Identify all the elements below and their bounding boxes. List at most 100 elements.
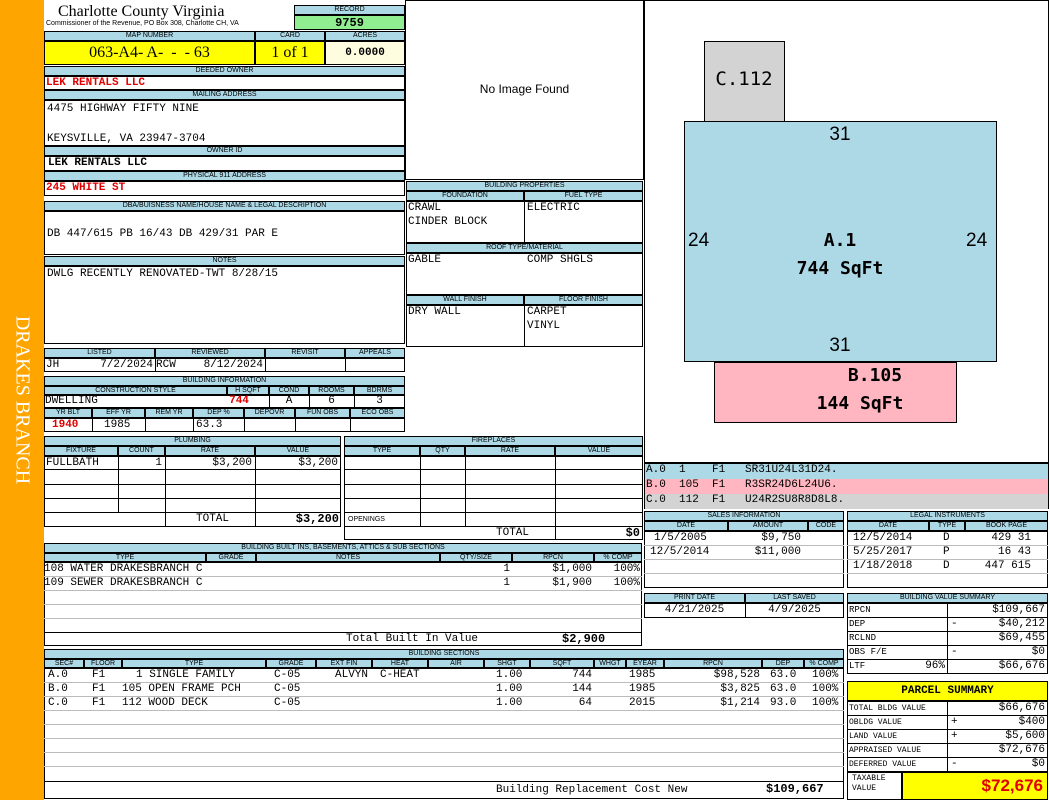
depovr-header: DEPOVR <box>244 408 295 418</box>
ps-label-5: DEFERRED VALUE <box>849 760 917 769</box>
sec-1-extfin: ALVYN <box>335 669 369 681</box>
dim-top: 31 <box>829 124 851 145</box>
sec-h-wght: WHGT <box>594 659 626 668</box>
vs-label-2: DEP <box>849 619 866 629</box>
sales-h-amount: AMOUNT <box>728 521 808 531</box>
plumbing-count: 1 <box>155 457 162 469</box>
legal-desc: DB 447/615 PB 16/43 DB 429/31 PAR E <box>47 228 279 240</box>
sketch-code-a-sec: A.0 <box>646 464 666 476</box>
owner-id-header: OWNER ID <box>44 146 405 156</box>
legal-h-date: DATE <box>847 521 929 531</box>
ecoobs-header: ECO OBS <box>350 408 405 418</box>
vs-value-4: $0 <box>1031 646 1045 658</box>
sec-3-sec: C.0 <box>48 697 68 709</box>
vs-label-3: RCLND <box>849 633 877 643</box>
sec-1-comp: 100% <box>812 669 839 681</box>
sales-header: SALES INFORMATION <box>644 511 844 521</box>
roof-material: COMP SHGLS <box>527 254 594 266</box>
sketch-a: A.1 744 SqFt <box>684 121 997 362</box>
bi2-div4 <box>244 418 245 432</box>
foundation-header: FOUNDATION <box>406 191 524 201</box>
sketch-code-c-sec: C.0 <box>646 494 666 506</box>
mailing-header: MAILING ADDRESS <box>44 90 405 100</box>
finish-divider <box>524 305 525 347</box>
effyr-header: EFF YR <box>92 408 145 418</box>
record-header: RECORD <box>294 5 405 15</box>
builtins-header: BUILDING BUILT INS, BASEMENTS, ATTICS & … <box>44 543 642 553</box>
vs-div <box>947 603 948 674</box>
legal-h-book: BOOK PAGE <box>965 521 1048 531</box>
card-value: 1 of 1 <box>255 41 325 65</box>
legal-3-date: 1/18/2018 <box>853 560 913 572</box>
vs-label-5: LTF <box>849 661 866 671</box>
sec-2-grade: C-05 <box>274 683 301 695</box>
fp-rate-header: RATE <box>465 446 555 456</box>
sec-h-comp: % COMP <box>804 659 844 668</box>
roof-type: GABLE <box>408 254 442 266</box>
sketch-b: B.105 144 SqFt <box>714 362 957 423</box>
sec-row7 <box>44 766 844 767</box>
county-header: Charlotte County Virginia Commissioner o… <box>44 0 294 31</box>
physical-address: 245 WHITE ST <box>46 182 126 194</box>
taxable-label: TAXABLE VALUE <box>852 774 886 793</box>
appeals-header: APPEALS <box>345 348 405 358</box>
card-header: CARD <box>255 31 325 41</box>
fp-total: $0 <box>625 526 640 540</box>
rate-header: RATE <box>165 446 255 456</box>
hsqft-header: H SQFT <box>227 386 269 395</box>
hsqft-value: 744 <box>229 395 249 407</box>
ps-value-5: $0 <box>1031 758 1045 770</box>
plumbing-header: PLUMBING <box>44 436 341 446</box>
owner-id: LEK RENTALS LLC <box>48 157 148 169</box>
wall-finish: DRY WALL <box>408 306 461 318</box>
dim-bottom: 31 <box>829 335 851 356</box>
sec-3-type: 112 WOOD DECK <box>122 697 208 709</box>
wall-finish-header: WALL FINISH <box>406 295 524 305</box>
reviewed-by: RCW <box>156 359 176 371</box>
floor-finish-header: FLOOR FINISH <box>524 295 643 305</box>
legal-row3 <box>847 573 1048 574</box>
sketch-code-c-num: 112 <box>679 494 699 506</box>
legal-1-book: 429 31 <box>991 532 1031 544</box>
notes-header: NOTES <box>44 256 405 266</box>
listed-by: JH <box>46 359 60 371</box>
sketch-code-a-code: SR31U24L31D24. <box>745 464 838 476</box>
listed-date: 7/2/2024 <box>100 359 153 371</box>
ps-value-2: $400 <box>1018 716 1045 728</box>
sec-h-rpcn: RPCN <box>664 659 762 668</box>
sec-1-grade: C-05 <box>274 669 301 681</box>
count-header: COUNT <box>118 446 165 456</box>
sec-3-eyear: 2015 <box>629 697 656 709</box>
sec-1-sqft: 744 <box>572 669 592 681</box>
no-image-text: No Image Found <box>479 82 570 96</box>
listing-div3 <box>345 358 346 372</box>
taxable-value: $72,676 <box>902 772 1048 800</box>
roof-box <box>406 253 643 295</box>
sec-row5 <box>44 738 844 739</box>
sec-1-shgt: 1.00 <box>496 669 523 681</box>
sec-1-heat: C-HEAT <box>380 669 420 681</box>
builtin-rpcn-2: $1,900 <box>552 577 592 589</box>
reviewed-date: 8/12/2024 <box>203 359 263 371</box>
legal-3-book: 447 615 <box>984 560 1031 572</box>
construction-style: DWELLING <box>45 395 98 407</box>
sketch-code-b-sec: B.0 <box>646 479 666 491</box>
ps-div <box>947 701 948 772</box>
bi-comp-header: % COMP <box>594 553 642 562</box>
style-header: CONSTRUCTION STYLE <box>44 386 227 395</box>
sec-1-rpcn: $98,528 <box>713 669 760 681</box>
sec-h-type: TYPE <box>122 659 266 668</box>
notes-text: DWLG RECENTLY RENOVATED-TWT 8/28/15 <box>47 268 279 280</box>
ps-label-1: TOTAL BLDG VALUE <box>849 704 926 713</box>
print-date-header: PRINT DATE <box>644 593 745 603</box>
builtins-total-label: Total Built In Value <box>346 633 479 645</box>
building-info-header: BUILDING INFORMATION <box>44 376 405 386</box>
legal-desc-header: DBA/BUISNESS NAME/HOUSE NAME & LEGAL DES… <box>44 201 405 211</box>
plumbing-fixture: FULLBATH <box>46 457 99 469</box>
owner-name: LEK RENTALS LLC <box>46 77 146 89</box>
sec-3-grade: C-05 <box>274 697 301 709</box>
sec-row8 <box>44 781 844 782</box>
builtin-rpcn-1: $1,000 <box>552 563 592 575</box>
dep-header: DEP % <box>193 408 244 418</box>
plumbing-value: $3,200 <box>298 457 338 469</box>
